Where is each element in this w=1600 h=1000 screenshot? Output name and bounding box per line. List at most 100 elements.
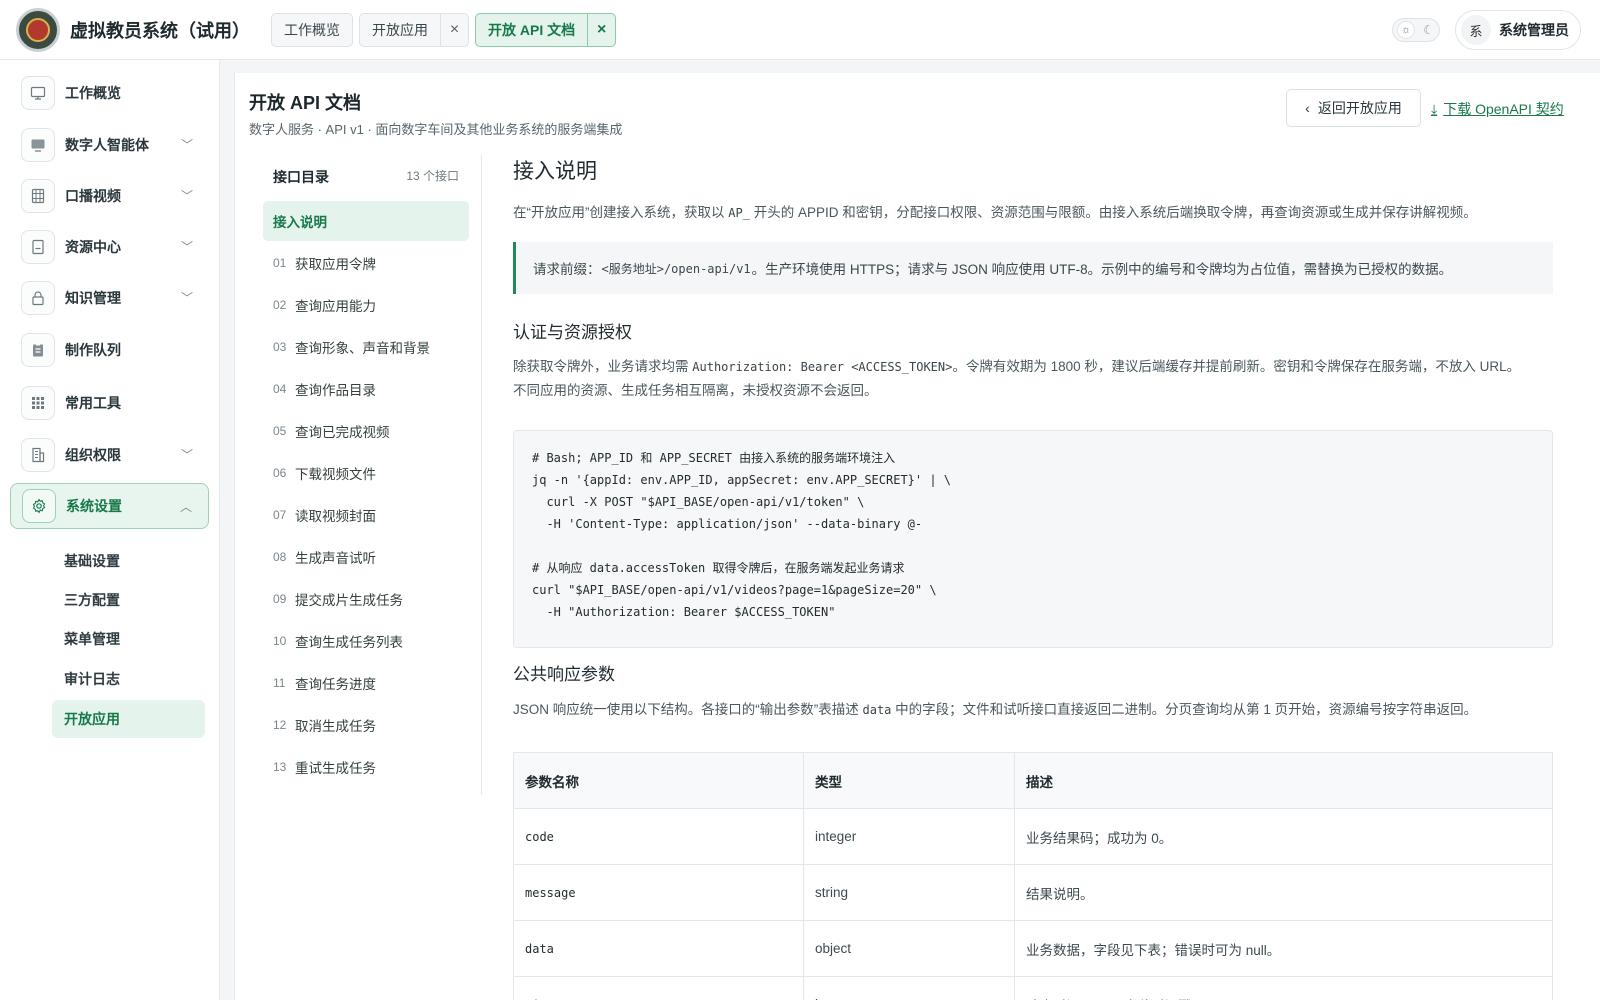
sidebar-item-settings[interactable]: 系统设置 ︿ [10, 483, 209, 529]
chevron-down-icon: ﹀ [180, 448, 193, 462]
sidebar-subitem-audit-log[interactable]: 审计日志 [52, 660, 205, 698]
param-name: timestamp [513, 976, 804, 1000]
user-name: 系统管理员 [1499, 22, 1569, 38]
param-desc: 结果说明。 [1014, 864, 1553, 921]
page-title: 开放 API 文档 [249, 93, 362, 113]
back-to-open-apps-button[interactable]: ‹ 返回开放应用 [1286, 89, 1421, 127]
toc-item[interactable]: 12 取消生成任务 [263, 705, 469, 745]
toc-item-number: 01 [273, 256, 287, 270]
sidebar-item-resources[interactable]: 资源中心 ﹀ [10, 224, 209, 270]
tab-open-api-docs[interactable]: 开放 API 文档 × [475, 13, 617, 47]
chevron-down-icon: ﹀ [180, 291, 193, 305]
code-sample: # Bash; APP_ID 和 APP_SECRET 由接入系统的服务端环境注… [513, 430, 1553, 648]
gear-icon [22, 489, 56, 523]
download-icon: ⤓ [1431, 100, 1438, 117]
sidebar-item-video[interactable]: 口播视频 ﹀ [10, 173, 209, 219]
toc-item-number: 10 [273, 634, 287, 648]
toc-item[interactable]: 04 查询作品目录 [263, 369, 469, 409]
param-desc: 业务数据，字段见下表；错误时可为 null。 [1014, 920, 1553, 977]
lock-icon [21, 281, 55, 315]
toc-item[interactable]: 02 查询应用能力 [263, 285, 469, 325]
toc-item-label: 接入说明 [273, 215, 327, 230]
toc-item-number: 02 [273, 298, 287, 312]
param-desc: 业务结果码；成功为 0。 [1014, 808, 1553, 865]
toc-item[interactable]: 13 重试生成任务 [263, 747, 469, 787]
column-header: 参数名称 [513, 752, 804, 809]
toc-item-number: 12 [273, 718, 287, 732]
avatar: 系 [1461, 15, 1491, 45]
app-logo [16, 8, 60, 52]
user-menu[interactable]: 系 系统管理员 [1455, 10, 1581, 50]
sidebar-item-org[interactable]: 组织权限 ﹀ [10, 432, 209, 478]
close-icon[interactable]: × [440, 14, 468, 46]
screen-icon [21, 128, 55, 162]
chevron-up-icon: ︿ [179, 500, 192, 514]
sidebar-item-queue[interactable]: 制作队列 [10, 327, 209, 373]
table-row: message string 结果说明。 [513, 864, 1553, 921]
grid-icon [21, 386, 55, 420]
chevron-left-icon: ‹ [1305, 100, 1310, 116]
sidebar-subitem-open-apps[interactable]: 开放应用 [52, 700, 205, 738]
table-row: data object 业务数据，字段见下表；错误时可为 null。 [513, 920, 1553, 977]
response-text: 中的字段；文件和试听接口直接返回二进制。分页查询均从第 1 页开始，资源编号按字… [891, 702, 1478, 717]
param-type: string [803, 864, 1015, 921]
param-type: integer [803, 808, 1015, 865]
response-params-table: 参数名称 类型 描述 code integer 业务结果码；成功为 0。 mes… [513, 752, 1553, 1000]
response-code: data [862, 703, 892, 717]
toc-item[interactable]: 10 查询生成任务列表 [263, 621, 469, 661]
sidebar-subitem-menu-management[interactable]: 菜单管理 [52, 620, 205, 658]
film-icon [21, 179, 55, 213]
toc-count: 13 个接口 [406, 169, 459, 183]
toc-divider [481, 155, 482, 795]
toc-item-label: 查询任务进度 [295, 677, 376, 692]
tab-strip: 工作概览 开放应用 × 开放 API 文档 × [271, 13, 617, 47]
toc-item-label: 生成声音试听 [295, 551, 376, 566]
callout-text: 请求前缀： [533, 262, 601, 277]
tab-overview[interactable]: 工作概览 [271, 13, 353, 47]
close-icon[interactable]: × [587, 14, 615, 46]
section-heading-intro: 接入说明 [513, 160, 597, 183]
toc-item[interactable]: 11 查询任务进度 [263, 663, 469, 703]
toc-item[interactable]: 03 查询形象、声音和背景 [263, 327, 469, 367]
main-panel: 开放 API 文档 数字人服务 · API v1 · 面向数字车间及其他业务系统… [234, 73, 1600, 1000]
back-button-label: 返回开放应用 [1317, 100, 1402, 116]
sidebar-item-label: 制作队列 [65, 342, 121, 358]
tab-open-apps[interactable]: 开放应用 × [359, 13, 469, 47]
sidebar-subitem-basic-settings[interactable]: 基础设置 [52, 542, 205, 580]
param-name: data [513, 920, 804, 977]
toc-item[interactable]: 09 提交成片生成任务 [263, 579, 469, 619]
building-icon [21, 438, 55, 472]
sidebar-subitem-third-party[interactable]: 三方配置 [52, 581, 205, 619]
toc-item-label: 查询形象、声音和背景 [295, 341, 430, 356]
sidebar-item-tools[interactable]: 常用工具 [10, 380, 209, 426]
intro-code: AP_ [728, 206, 750, 220]
toc-item-number: 09 [273, 592, 287, 606]
toc-item-number: 06 [273, 466, 287, 480]
sidebar-item-overview[interactable]: 工作概览 [10, 70, 209, 116]
download-openapi-link[interactable]: ⤓ 下载 OpenAPI 契约 [1431, 99, 1564, 119]
toc-item[interactable]: 05 查询已完成视频 [263, 411, 469, 451]
toc-item[interactable]: 06 下载视频文件 [263, 453, 469, 493]
toc-item-label: 重试生成任务 [295, 761, 376, 776]
sidebar-item-label: 知识管理 [65, 290, 121, 306]
sidebar-item-knowledge[interactable]: 知识管理 ﹀ [10, 275, 209, 321]
toc-item-number: 03 [273, 340, 287, 354]
toc-item-label: 下载视频文件 [295, 467, 376, 482]
toc-item-label: 获取应用令牌 [295, 257, 376, 272]
toc-item-intro[interactable]: 接入说明 [263, 201, 469, 241]
sidebar-item-label: 工作概览 [65, 85, 121, 101]
toc-item-number: 13 [273, 760, 287, 774]
toc-item[interactable]: 01 获取应用令牌 [263, 243, 469, 283]
theme-toggle[interactable]: ☼ ☾ [1392, 18, 1440, 42]
param-type: object [803, 920, 1015, 977]
toc-item[interactable]: 08 生成声音试听 [263, 537, 469, 577]
sidebar-item-label: 数字人智能体 [65, 137, 149, 153]
param-desc: 响应时间，Unix 毫秒时间戳。 [1014, 976, 1553, 1000]
param-type: integer [803, 976, 1015, 1000]
toc-item-label: 查询应用能力 [295, 299, 376, 314]
toc-item[interactable]: 07 读取视频封面 [263, 495, 469, 535]
section-heading-auth: 认证与资源授权 [513, 323, 632, 342]
sidebar-item-label: 系统设置 [66, 498, 122, 514]
app-title: 虚拟教员系统（试用） [70, 21, 250, 41]
sidebar-item-digital-human[interactable]: 数字人智能体 ﹀ [10, 122, 209, 168]
